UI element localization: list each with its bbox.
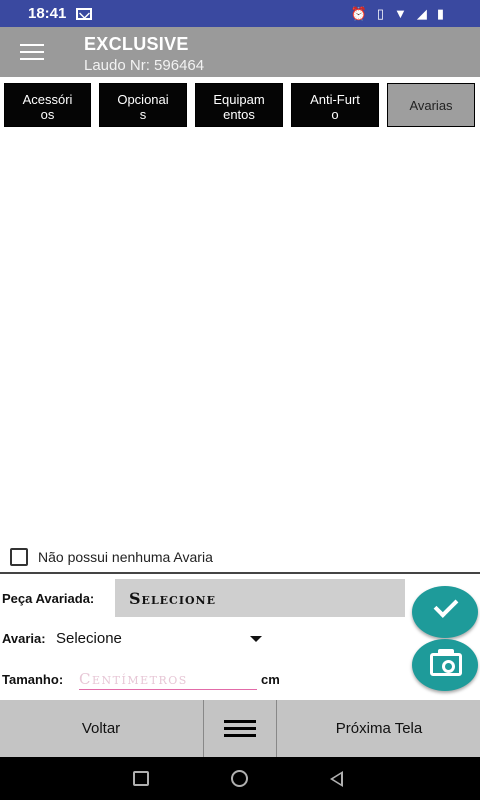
alarm-icon: ⏰ bbox=[350, 5, 367, 21]
tab-acessorios[interactable]: Acessóri os bbox=[4, 83, 91, 127]
size-label: Tamanho: bbox=[2, 672, 64, 687]
confirm-button[interactable] bbox=[412, 586, 478, 638]
size-unit: cm bbox=[261, 672, 280, 687]
camera-icon bbox=[430, 653, 462, 676]
menu-button[interactable] bbox=[203, 700, 277, 757]
size-input[interactable] bbox=[79, 668, 257, 690]
tab-label: Anti-Furt bbox=[310, 92, 360, 107]
back-icon[interactable] bbox=[330, 771, 343, 787]
battery-icon: ▮ bbox=[436, 5, 444, 21]
bottom-bar: Voltar Próxima Tela bbox=[0, 700, 480, 757]
tab-avarias[interactable]: Avarias bbox=[387, 83, 475, 127]
no-damage-label: Não possui nenhuma Avaria bbox=[38, 549, 213, 565]
status-bar: 18:41 ⏰ ▯ ▼ ◢ ▮ bbox=[0, 0, 480, 27]
tab-label: entos bbox=[223, 107, 255, 122]
app-title: EXCLUSIVE bbox=[84, 34, 189, 54]
status-time: 18:41 bbox=[28, 5, 67, 22]
part-select[interactable]: Selecione bbox=[115, 579, 405, 617]
home-icon[interactable] bbox=[231, 770, 248, 787]
mail-icon bbox=[76, 7, 93, 20]
divider bbox=[0, 572, 480, 574]
tab-label: Opcionai bbox=[117, 92, 169, 107]
damage-label: Avaria: bbox=[2, 631, 46, 646]
tab-label: s bbox=[139, 107, 147, 122]
camera-button[interactable] bbox=[412, 639, 478, 691]
app-bar: EXCLUSIVE Laudo Nr: 596464 bbox=[0, 27, 480, 77]
menu-icon bbox=[224, 719, 256, 738]
part-label: Peça Avariada: bbox=[2, 591, 95, 606]
no-damage-checkbox[interactable] bbox=[10, 548, 28, 566]
camera-lens bbox=[442, 660, 455, 673]
tab-label: o bbox=[331, 107, 339, 122]
content-area bbox=[0, 130, 480, 545]
wifi-icon: ▼ bbox=[393, 6, 407, 21]
system-nav-bar bbox=[0, 757, 480, 800]
tab-equipamentos[interactable]: Equipam entos bbox=[195, 83, 283, 127]
tab-bar: Acessóri os Opcionai s Equipam entos Ant… bbox=[0, 80, 480, 128]
status-icons: ⏰ ▯ ▼ ◢ ▮ bbox=[351, 6, 444, 22]
report-number: Laudo Nr: 596464 bbox=[84, 57, 205, 74]
tab-label: Avarias bbox=[409, 98, 453, 113]
tab-opcionais[interactable]: Opcionai s bbox=[99, 83, 187, 127]
vibrate-icon: ▯ bbox=[376, 5, 384, 21]
check-icon bbox=[433, 593, 459, 618]
back-button[interactable]: Voltar bbox=[0, 700, 202, 757]
no-damage-option[interactable]: Não possui nenhuma Avaria bbox=[10, 548, 213, 566]
next-screen-button[interactable]: Próxima Tela bbox=[278, 700, 480, 757]
tab-label: Acessóri bbox=[22, 92, 73, 107]
tab-label: os bbox=[40, 107, 55, 122]
damage-select[interactable]: Selecione bbox=[56, 630, 122, 647]
recent-apps-icon[interactable] bbox=[133, 771, 149, 786]
tab-anti-furto[interactable]: Anti-Furt o bbox=[291, 83, 379, 127]
dropdown-arrow-icon[interactable] bbox=[250, 636, 262, 642]
signal-icon: ◢ bbox=[416, 5, 427, 21]
hamburger-menu-icon[interactable] bbox=[20, 44, 44, 60]
tab-label: Equipam bbox=[213, 92, 265, 107]
